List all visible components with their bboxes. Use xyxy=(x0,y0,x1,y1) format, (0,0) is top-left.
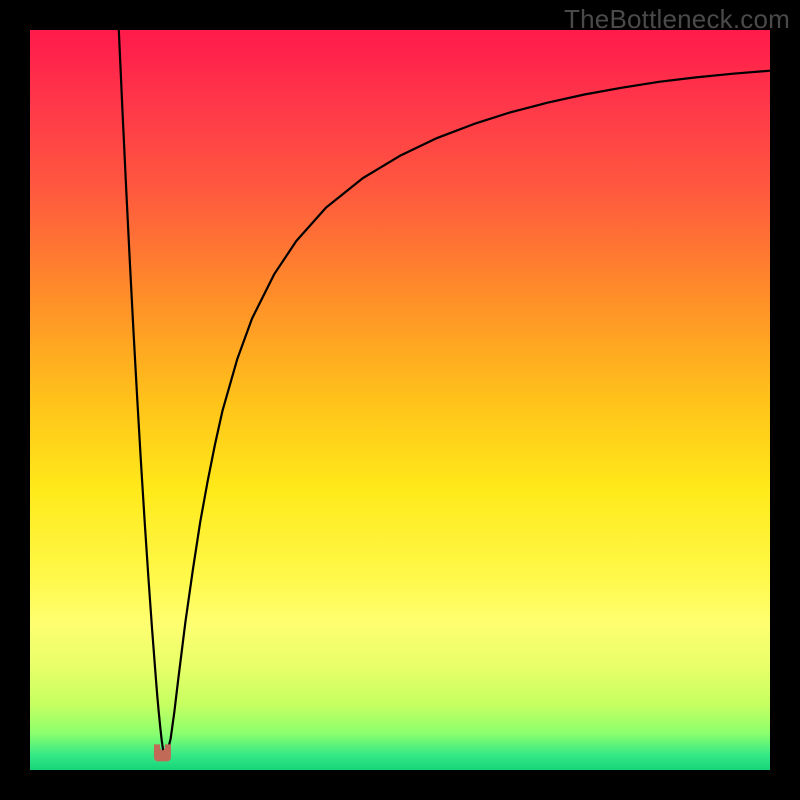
gradient-background xyxy=(30,30,770,770)
watermark-label: TheBottleneck.com xyxy=(564,4,790,35)
chart-svg xyxy=(30,30,770,770)
chart-frame: TheBottleneck.com xyxy=(0,0,800,800)
plot-area xyxy=(30,30,770,770)
